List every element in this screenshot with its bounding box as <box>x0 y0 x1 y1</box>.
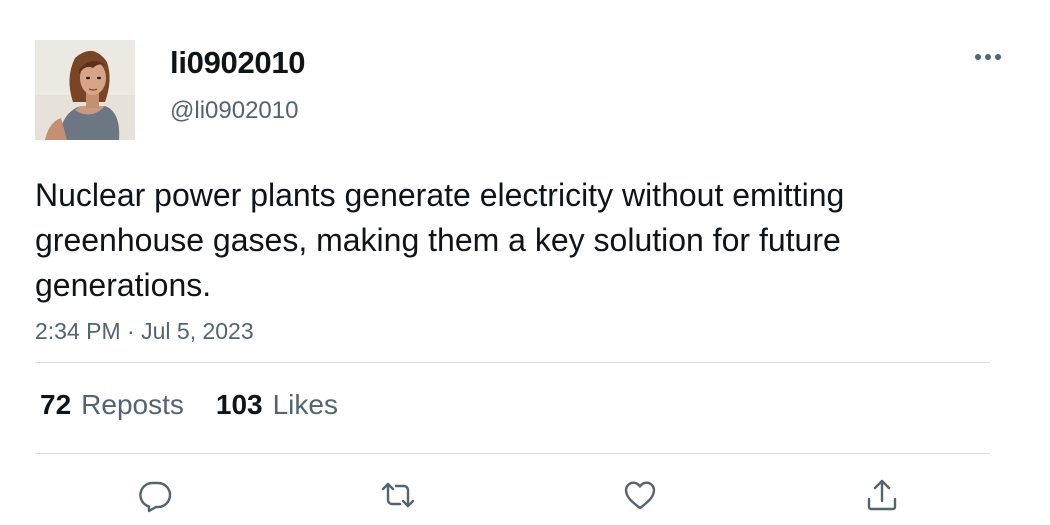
tweet-stats: 72 Reposts 103 Likes <box>40 387 338 423</box>
reply-button[interactable] <box>130 470 180 520</box>
tweet-date: Jul 5, 2023 <box>141 318 254 344</box>
divider <box>35 362 990 363</box>
heart-icon <box>624 481 656 510</box>
reposts-label: Reposts <box>81 389 184 420</box>
divider <box>35 453 990 454</box>
display-name[interactable]: li0902010 <box>170 44 306 82</box>
likes-stat[interactable]: 103 Likes <box>216 389 338 421</box>
more-options-button[interactable] <box>970 42 1006 72</box>
meta-separator: · <box>120 318 142 344</box>
likes-label: Likes <box>272 389 338 420</box>
tweet-card: li0902010 @li0902010 Nuclear power plant… <box>0 0 1050 525</box>
share-icon <box>867 479 897 511</box>
like-button[interactable] <box>615 470 665 520</box>
reposts-count: 72 <box>40 389 72 420</box>
tweet-text: Nuclear power plants generate electricit… <box>35 177 845 303</box>
tweet-time: 2:34 PM <box>35 318 121 344</box>
tweet-timestamp[interactable]: 2:34 PM · Jul 5, 2023 <box>35 317 254 345</box>
repost-icon <box>381 482 415 508</box>
avatar[interactable] <box>35 40 135 140</box>
share-button[interactable] <box>857 470 907 520</box>
reply-icon <box>139 481 172 513</box>
more-horizontal-icon <box>975 54 1001 60</box>
avatar-photo <box>35 40 135 140</box>
likes-count: 103 <box>215 389 263 420</box>
repost-button[interactable] <box>373 470 423 520</box>
user-handle[interactable]: @li0902010 <box>170 96 298 126</box>
reposts-stat[interactable]: 72 Reposts <box>40 389 184 421</box>
action-bar <box>0 470 1050 520</box>
